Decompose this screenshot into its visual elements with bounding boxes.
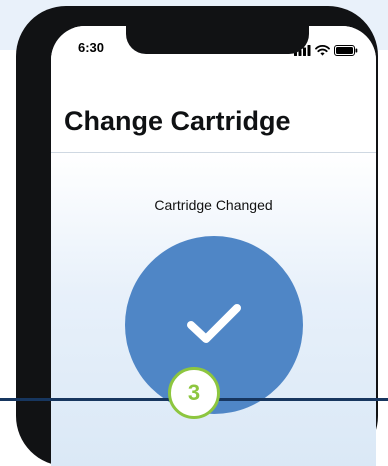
battery-icon <box>334 43 358 61</box>
status-message: Cartridge Changed <box>154 197 273 213</box>
step-number-badge: 3 <box>168 367 220 419</box>
wifi-icon <box>315 43 330 61</box>
page-title: Change Cartridge <box>64 106 291 136</box>
status-time: 6:30 <box>78 40 105 55</box>
main-content: Cartridge Changed <box>51 153 376 466</box>
checkmark-icon <box>187 304 241 343</box>
phone-notch <box>126 26 309 54</box>
